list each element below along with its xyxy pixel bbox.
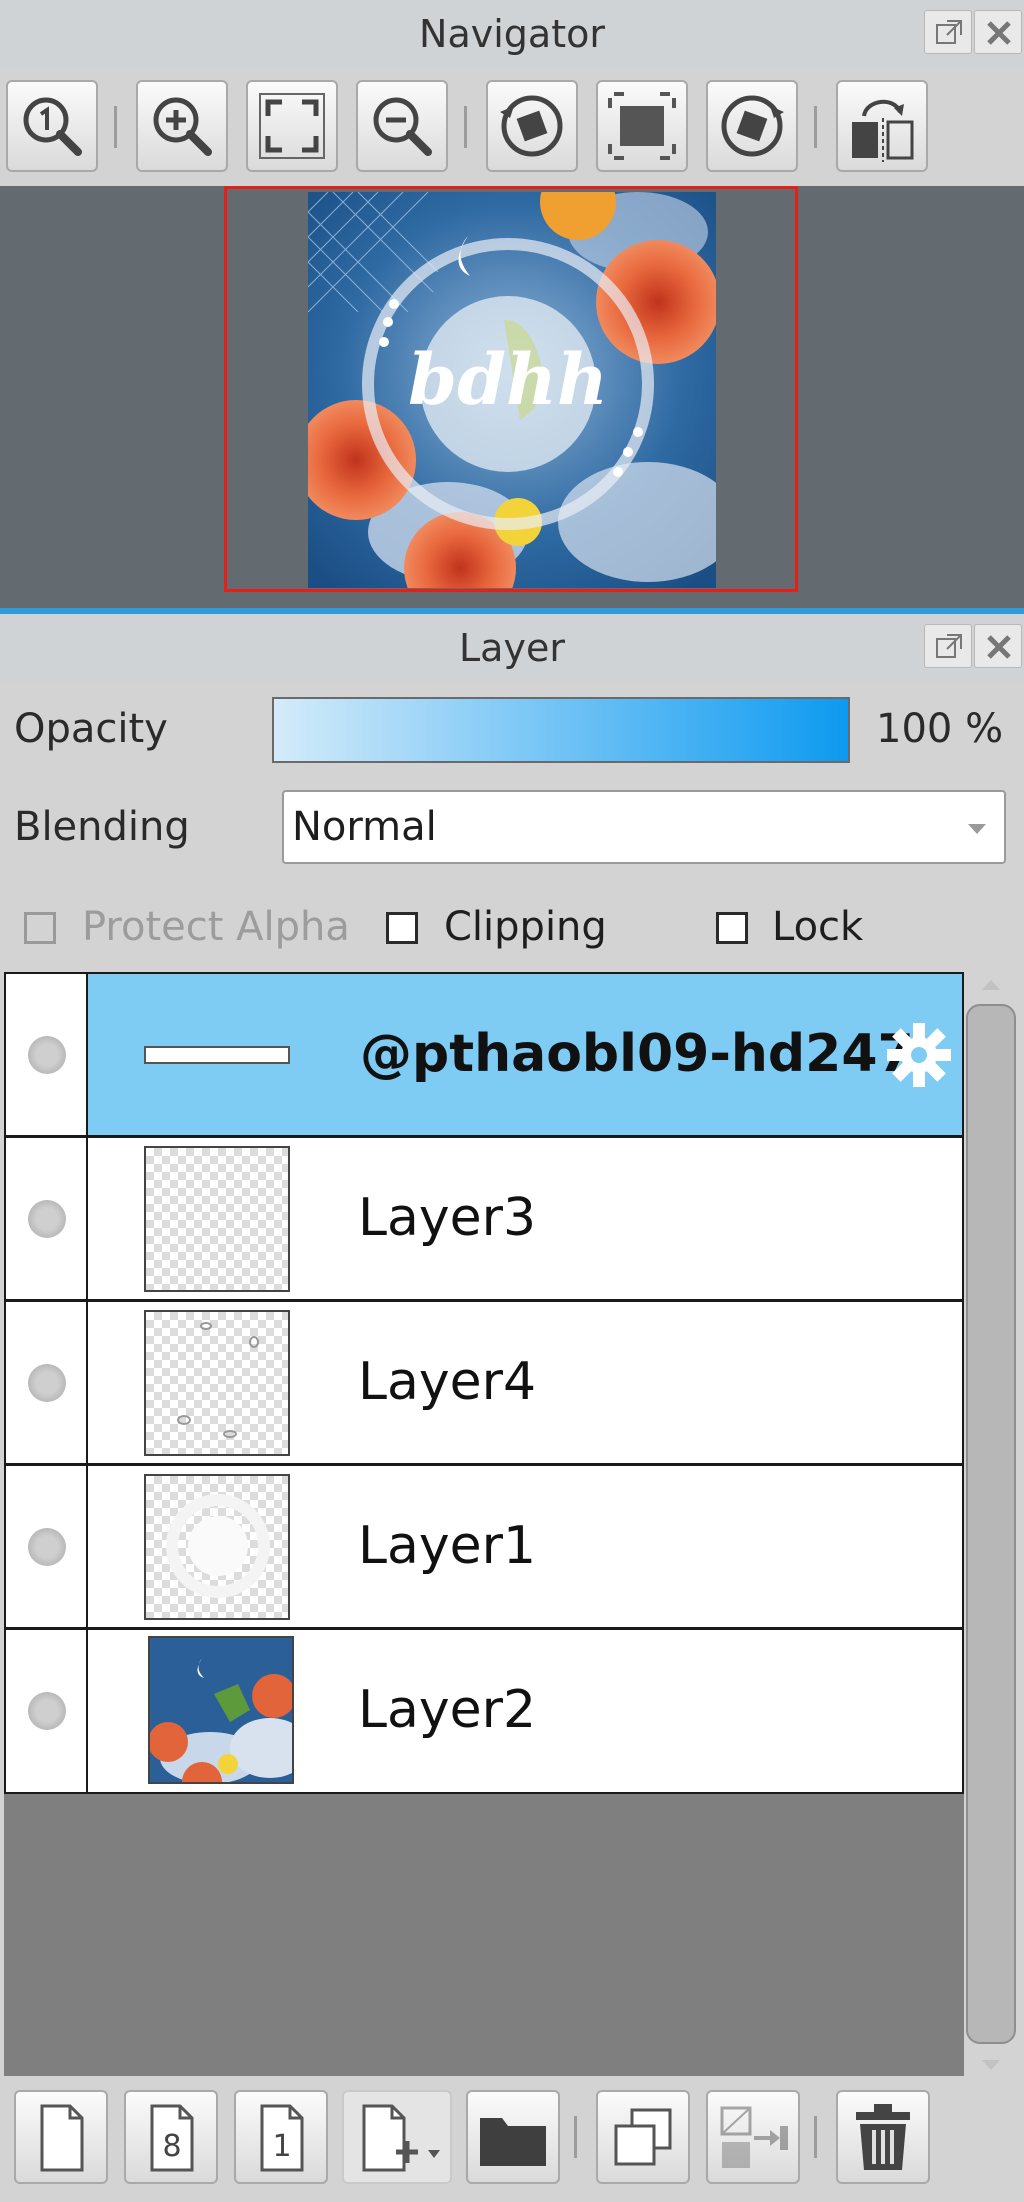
navigator-title-bar: Navigator: [0, 0, 1024, 68]
close-icon: [987, 635, 1011, 659]
text-layer-thumbnail: [144, 1046, 290, 1064]
layer-row[interactable]: @pthaobl09-hd247: [4, 972, 964, 1137]
toolbar-separator: [114, 106, 117, 148]
visibility-toggle[interactable]: [6, 1302, 88, 1463]
canvas-preview-image: bdhh: [308, 192, 716, 588]
flip-horizontal-button[interactable]: [836, 80, 928, 172]
protect-alpha-label: Protect Alpha: [82, 904, 350, 950]
popout-icon: [936, 634, 962, 658]
svg-text:bdhh: bdhh: [408, 338, 608, 421]
layer-thumbnail: [144, 1310, 290, 1456]
layer-8bit-icon: 8: [150, 2104, 194, 2172]
visibility-dot-icon: [28, 1528, 66, 1566]
layer-name: @pthaobl09-hd247: [360, 1024, 914, 1084]
opacity-label: Opacity: [14, 706, 168, 752]
reset-view-icon: [608, 92, 676, 160]
layer-popout-button[interactable]: [924, 624, 972, 668]
scrollbar-thumb[interactable]: [966, 1004, 1016, 2044]
flip-horizontal-icon: [852, 100, 914, 162]
new-8bit-layer-button[interactable]: 8: [124, 2090, 218, 2184]
visibility-dot-icon: [28, 1692, 66, 1730]
layer-settings-gear-icon[interactable]: [884, 1020, 954, 1090]
reset-view-button[interactable]: [596, 80, 688, 172]
toolbar-separator: [814, 106, 817, 148]
zoom-in-button[interactable]: [136, 80, 228, 172]
duplicate-layer-button[interactable]: [596, 2090, 690, 2184]
clipping-checkbox[interactable]: [386, 912, 418, 944]
new-1bit-layer-button[interactable]: 1: [234, 2090, 328, 2184]
visibility-toggle[interactable]: [6, 1630, 88, 1792]
layer-title-bar: Layer: [0, 614, 1024, 682]
layer-close-button[interactable]: [974, 624, 1022, 668]
blending-mode-select[interactable]: Normal: [282, 790, 1006, 864]
layer-row[interactable]: Layer3: [4, 1136, 964, 1301]
layer-thumbnail: [144, 1474, 290, 1620]
rotate-right-icon: [721, 95, 784, 157]
delete-layer-button[interactable]: [836, 2090, 930, 2184]
toolbar-separator: [814, 2116, 817, 2158]
toolbar-separator: [574, 2116, 577, 2158]
zoom-actual-size-button[interactable]: [6, 80, 98, 172]
new-page-icon: [40, 2104, 84, 2172]
clipping-label: Clipping: [444, 904, 607, 950]
fit-to-window-button[interactable]: [246, 80, 338, 172]
layer-name: Layer1: [358, 1516, 537, 1576]
layer-row[interactable]: Layer2: [4, 1628, 964, 1794]
protect-alpha-checkbox[interactable]: [24, 912, 56, 944]
zoom-out-button[interactable]: [356, 80, 448, 172]
blending-mode-value: Normal: [292, 804, 437, 850]
new-folder-button[interactable]: [466, 2090, 560, 2184]
layer-name: Layer4: [358, 1352, 537, 1412]
dropdown-caret-icon: [968, 824, 986, 834]
fit-to-window-icon: [259, 93, 325, 159]
merge-down-icon: [720, 2106, 788, 2168]
add-layer-icon: [362, 2104, 440, 2172]
lock-label: Lock: [772, 904, 864, 950]
rotate-left-button[interactable]: [486, 80, 578, 172]
zoom-in-icon: [153, 97, 212, 156]
popout-icon: [936, 20, 962, 44]
zoom-actual-size-icon: [23, 97, 82, 156]
svg-text:8: 8: [162, 2129, 181, 2164]
visibility-dot-icon: [28, 1364, 66, 1402]
folder-icon: [480, 2118, 546, 2166]
scroll-down-arrow-icon[interactable]: [982, 2060, 1000, 2070]
visibility-toggle[interactable]: [6, 1138, 88, 1299]
layer-name: Layer3: [358, 1188, 537, 1248]
visibility-toggle[interactable]: [6, 974, 88, 1135]
layer-row[interactable]: Layer1: [4, 1464, 964, 1629]
add-layer-menu-button[interactable]: [342, 2090, 452, 2184]
visibility-toggle[interactable]: [6, 1466, 88, 1627]
svg-text:1: 1: [272, 2129, 291, 2164]
layer-panel-title: Layer: [459, 626, 565, 670]
opacity-slider[interactable]: [272, 697, 850, 763]
blending-label: Blending: [14, 804, 190, 850]
rotate-right-button[interactable]: [706, 80, 798, 172]
visibility-dot-icon: [28, 1036, 66, 1074]
navigator-title: Navigator: [419, 12, 605, 56]
toolbar-separator: [464, 106, 467, 148]
navigator-close-button[interactable]: [974, 10, 1022, 54]
rotate-left-icon: [500, 95, 563, 157]
layer-name: Layer2: [358, 1680, 537, 1740]
new-layer-button[interactable]: [14, 2090, 108, 2184]
layer-thumbnail: [148, 1636, 294, 1784]
layer-1bit-icon: 1: [260, 2104, 304, 2172]
scroll-up-arrow-icon[interactable]: [982, 980, 1000, 990]
zoom-out-icon: [373, 97, 432, 156]
visibility-dot-icon: [28, 1200, 66, 1238]
close-icon: [987, 21, 1011, 45]
merge-down-button[interactable]: [706, 2090, 800, 2184]
lock-checkbox[interactable]: [716, 912, 748, 944]
trash-icon: [856, 2104, 910, 2170]
navigator-popout-button[interactable]: [924, 10, 972, 54]
layer-thumbnail: [144, 1146, 290, 1292]
opacity-value: 100 %: [876, 706, 1004, 752]
duplicate-icon: [614, 2108, 672, 2166]
layer-row[interactable]: Layer4: [4, 1300, 964, 1465]
